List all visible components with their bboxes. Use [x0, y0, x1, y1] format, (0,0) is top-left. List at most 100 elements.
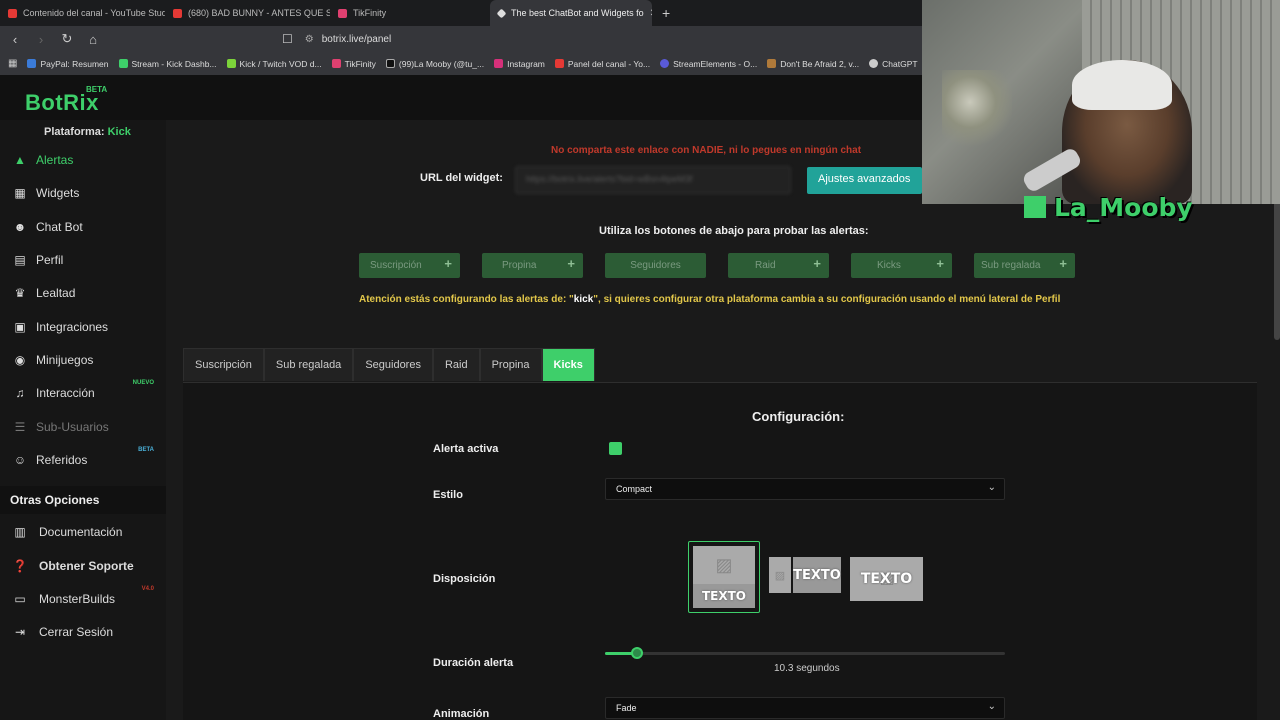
site-info-icon[interactable]: ⚙ [305, 34, 314, 45]
webcam-overlay [922, 0, 1280, 204]
test-propina-button[interactable]: Propina + [482, 253, 583, 278]
sidebar-item-referidos[interactable]: ☺ Referidos BETA [12, 447, 162, 470]
test-suscripcion-button[interactable]: Suscripción + [359, 253, 460, 278]
user-plus-icon: ☺ [13, 453, 27, 467]
home-icon[interactable]: ⌂ [86, 32, 100, 47]
duration-value: 10.3 segundos [774, 663, 840, 674]
new-tab-icon[interactable]: + [662, 5, 670, 21]
tab-title: (680) BAD BUNNY - ANTES QUE SE A [188, 8, 330, 18]
grid-icon: ▦ [14, 186, 26, 200]
sidebar-item-lealtad[interactable]: ♛ Lealtad [12, 283, 162, 303]
security-warning: No comparta este enlace con NADIE, ni lo… [551, 145, 862, 156]
advanced-settings-button[interactable]: Ajustes avanzados [807, 167, 922, 194]
bookmark-item[interactable]: TikFinity [331, 59, 376, 69]
bookmark-item[interactable]: Instagram [494, 59, 545, 69]
chevron-down-icon: ⌄ [987, 482, 996, 493]
question-icon: ❓ [12, 559, 28, 573]
sidebar-item-label: Referidos [36, 453, 88, 467]
alert-active-label: Alerta activa [433, 443, 499, 455]
sidebar-item-monsterbuilds[interactable]: ▭ MonsterBuilds V4.0 [12, 586, 162, 609]
reload-icon[interactable]: ↻ [60, 31, 74, 47]
alert-active-checkbox[interactable] [609, 442, 622, 455]
slider-thumb[interactable] [630, 647, 643, 659]
apps-icon[interactable]: ▦ [8, 58, 17, 69]
sidebar-item-label: Chat Bot [36, 220, 83, 234]
test-seguidores-button[interactable]: Seguidores [605, 253, 706, 278]
other-options-title: Otras Opciones [0, 486, 166, 514]
tab-seguidores[interactable]: Seguidores [353, 348, 433, 381]
close-tab-icon[interactable]: ✕ [650, 8, 652, 19]
browser-chrome: Contenido del canal - YouTube Studio (68… [0, 0, 922, 76]
sidebar-item-interaccion[interactable]: ♫ Interacción NUEVO [12, 380, 162, 403]
logout-icon: ⇥ [14, 625, 26, 639]
streamer-name: La_Mooby [1024, 193, 1193, 222]
bookmark-item[interactable]: StreamElements - O... [660, 59, 757, 69]
sidebar-item-label: Widgets [36, 186, 80, 200]
page-scrollbar[interactable] [1274, 200, 1280, 340]
tab-propina[interactable]: Propina [479, 348, 542, 381]
bookmark-item[interactable]: ChatGPT [869, 59, 918, 69]
bookmark-item[interactable]: Don't Be Afraid 2, v... [767, 59, 859, 69]
sidebar-item-chat-bot[interactable]: ☻ Chat Bot [12, 217, 162, 237]
tab-sub-regalada[interactable]: Sub regalada [263, 348, 354, 381]
sidebar-item-minijuegos[interactable]: ◉ Minijuegos [12, 350, 162, 370]
robot-icon: ☻ [13, 220, 27, 234]
music-icon: ♫ [15, 386, 25, 400]
tab-kicks[interactable]: Kicks [541, 348, 595, 381]
sidebar-item-widgets[interactable]: ▦ Widgets [12, 183, 162, 203]
url-field[interactable]: ⚙ botrix.live/panel [305, 34, 391, 45]
sidebar-item-cerrar-sesion[interactable]: ⇥ Cerrar Sesión [12, 622, 162, 642]
duration-slider[interactable] [605, 647, 1005, 659]
sidebar-item-obtener-soporte[interactable]: ❓ Obtener Soporte [12, 556, 162, 576]
layout-text-sample: TEXTO [693, 584, 755, 608]
sidebar-item-perfil[interactable]: ▤ Perfil [12, 250, 162, 270]
instagram-icon [494, 59, 504, 68]
youtube-icon [8, 8, 17, 18]
animation-select[interactable]: Fade ⌄ [605, 697, 1005, 719]
layout-text-sample: TEXTO [793, 557, 841, 593]
page-icon [767, 59, 777, 68]
sidebar-item-label: Integraciones [36, 320, 109, 334]
forward-icon[interactable]: › [34, 32, 48, 47]
beta-badge: BETA [138, 447, 154, 453]
test-sub-regalada-button[interactable]: Sub regalada + [974, 253, 1075, 278]
plug-icon: ▣ [14, 320, 26, 334]
sidebar-item-label: MonsterBuilds [39, 592, 116, 606]
widget-url-label: URL del widget: [420, 172, 503, 184]
sidebar-item-sub-usuarios[interactable]: ☰ Sub-Usuarios [12, 417, 162, 437]
test-kicks-button[interactable]: Kicks + [851, 253, 952, 278]
bookmark-item[interactable]: Panel del canal - Yo... [554, 59, 650, 69]
sidebar-item-integraciones[interactable]: ▣ Integraciones [12, 317, 162, 337]
back-icon[interactable]: ‹ [8, 32, 22, 47]
layout-option-image-top[interactable]: ▨ TEXTO [688, 541, 760, 613]
browser-tab-youtube-studio[interactable]: Contenido del canal - YouTube Studio [0, 0, 165, 26]
laptop-icon: ▭ [14, 592, 26, 606]
youtube-icon [554, 59, 564, 68]
new-badge: NUEVO [132, 380, 154, 386]
sidebar-item-alertas[interactable]: ▲ Alertas [12, 150, 162, 170]
widget-url-input[interactable]: https://botrix.live/alerts?bid=wBsn4tpeM… [515, 166, 791, 194]
book-icon: ▥ [14, 525, 26, 539]
style-select[interactable]: Compact ⌄ [605, 478, 1005, 500]
sidebar: Plataforma: Kick ▲ Alertas ▦ Widgets ☻ C… [0, 120, 166, 720]
platform-value: Kick [107, 126, 131, 138]
sidebar-item-label: Interacción [36, 386, 95, 400]
browser-tab-youtube[interactable]: (680) BAD BUNNY - ANTES QUE SE A [165, 0, 330, 26]
bookmark-item[interactable]: PayPal: Resumen [27, 59, 109, 69]
webcam-cap [1072, 60, 1172, 110]
sidebar-item-label: Documentación [39, 525, 123, 539]
bookmark-item[interactable]: Stream - Kick Dashb... [118, 59, 217, 69]
layout-option-image-left[interactable]: ▨ TEXTO [769, 557, 841, 593]
sidebar-item-documentacion[interactable]: ▥ Documentación [12, 522, 162, 542]
layout-option-overlay[interactable]: ▨ TEXTO [850, 557, 923, 601]
style-label: Estilo [433, 489, 463, 501]
browser-tab-tikfinity[interactable]: TikFinity [330, 0, 490, 26]
test-raid-button[interactable]: Raid + [728, 253, 829, 278]
paypal-icon [27, 59, 37, 68]
tab-suscripcion[interactable]: Suscripción [183, 348, 264, 381]
bookmark-icon[interactable]: ☐ [282, 32, 293, 46]
browser-tab-botrix[interactable]: The best ChatBot and Widgets fo ✕ [490, 0, 652, 26]
bookmark-item[interactable]: (99)La Mooby (@tu_... [385, 59, 484, 69]
bookmark-item[interactable]: Kick / Twitch VOD d... [226, 59, 322, 69]
tab-raid[interactable]: Raid [432, 348, 480, 381]
